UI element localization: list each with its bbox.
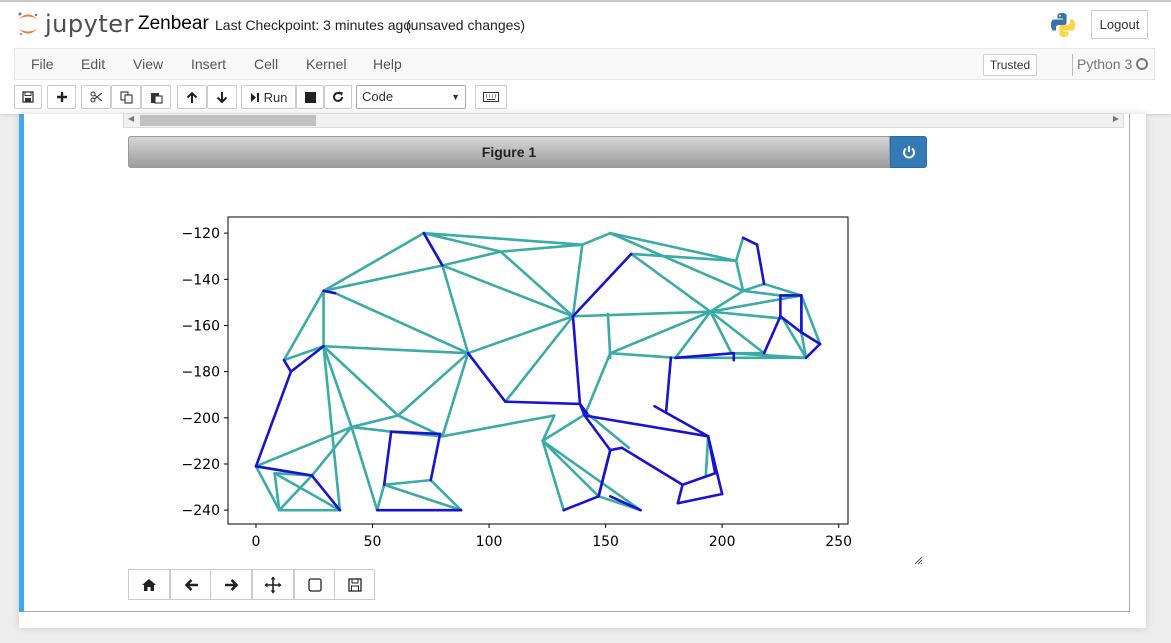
menu-edit[interactable]: Edit	[81, 56, 105, 72]
y-tick-label: −240	[182, 503, 220, 519]
python-logo-icon	[1049, 11, 1077, 44]
forward-icon	[224, 578, 238, 591]
run-button[interactable]: Run	[241, 85, 296, 109]
power-icon	[902, 146, 915, 159]
home-button[interactable]	[128, 569, 170, 600]
back-icon	[184, 578, 198, 591]
command-palette-button[interactable]	[475, 85, 507, 109]
paste-button[interactable]	[141, 85, 171, 109]
menu-cell[interactable]: Cell	[254, 56, 278, 72]
y-tick-label: −220	[182, 457, 220, 473]
x-tick-label: 150	[592, 534, 619, 550]
menu-file[interactable]: File	[31, 56, 54, 72]
cut-button[interactable]	[81, 85, 111, 109]
x-tick-label: 50	[364, 534, 382, 550]
zoom-rect-button[interactable]	[294, 569, 336, 600]
figure-close-button[interactable]	[890, 136, 927, 168]
notebook-name[interactable]: Zenbear	[138, 13, 209, 35]
save-button[interactable]	[14, 85, 42, 109]
save-figure-button[interactable]	[334, 569, 375, 600]
cut-icon	[90, 91, 102, 103]
y-tick-label: −200	[182, 411, 220, 427]
scrollbar-thumb[interactable]	[140, 115, 316, 126]
kernel-name: Python 3	[1077, 56, 1133, 72]
kernel-idle-icon	[1136, 58, 1148, 70]
zoom-rect-icon	[308, 577, 322, 592]
y-tick-label: −180	[182, 365, 220, 381]
checkpoint-status: Last Checkpoint: 3 minutes ago	[215, 17, 412, 33]
autosave-status: (unsaved changes)	[406, 17, 526, 33]
dropdown-arrow-icon: ▼	[451, 92, 460, 102]
kernel-divider	[1072, 54, 1073, 76]
cell-type-select[interactable]: Code ▼	[356, 85, 466, 109]
axes-frame	[227, 216, 849, 525]
stop-icon	[304, 91, 316, 103]
step-forward-icon	[250, 92, 259, 102]
scroll-right-icon[interactable]: ▶	[1113, 114, 1119, 123]
copy-icon	[119, 90, 133, 104]
restart-icon	[333, 91, 343, 102]
figure-plot[interactable]: 0 50 100 150 200 250 −120 −140 −160 −180 −200 −220 −…	[165, 200, 865, 560]
copy-button[interactable]	[111, 85, 141, 109]
x-tick-label: 200	[709, 534, 736, 550]
output-horizontal-scrollbar[interactable]: ◀ ▶	[123, 113, 1124, 128]
scroll-left-icon[interactable]: ◀	[128, 114, 134, 123]
run-label: Run	[263, 89, 288, 105]
pan-icon	[264, 576, 282, 593]
pan-button[interactable]	[252, 569, 294, 600]
forward-button[interactable]	[210, 569, 252, 600]
menubar: File Edit View Insert Cell Kernel Help T…	[14, 48, 1155, 80]
x-tick-label: 250	[825, 534, 852, 550]
keyboard-icon	[483, 92, 499, 102]
arrow-up-icon	[186, 91, 198, 103]
y-tick-label: −140	[182, 272, 220, 288]
notebook-header: jupyter Zenbear Last Checkpoint: 3 minut…	[0, 0, 1171, 114]
back-button[interactable]	[170, 569, 212, 600]
save-figure-icon	[347, 577, 362, 592]
menu-kernel[interactable]: Kernel	[306, 56, 346, 72]
paste-icon	[150, 92, 163, 104]
insert-cell-button[interactable]	[47, 85, 76, 109]
figure-title: Figure 1	[481, 144, 537, 160]
move-up-button[interactable]	[177, 85, 207, 109]
menu-insert[interactable]: Insert	[191, 56, 226, 72]
jupyter-logo-icon	[18, 12, 38, 36]
y-tick-label: −160	[182, 318, 220, 334]
cell-type-value: Code	[362, 89, 394, 104]
menu-view[interactable]: View	[133, 56, 163, 72]
jupyter-logo[interactable]: jupyter	[17, 10, 134, 38]
logout-button[interactable]: Logout	[1091, 10, 1148, 39]
resize-handle-icon[interactable]	[913, 555, 923, 565]
y-tick-label: −120	[182, 226, 220, 242]
trusted-indicator[interactable]: Trusted	[983, 54, 1037, 76]
save-icon	[22, 91, 34, 103]
figure-titlebar: Figure 1	[128, 136, 890, 168]
x-tick-label: 100	[476, 534, 503, 550]
menu-help[interactable]: Help	[373, 56, 402, 72]
home-icon	[142, 578, 156, 591]
interrupt-button[interactable]	[296, 85, 324, 109]
restart-button[interactable]	[324, 85, 352, 109]
x-tick-label: 0	[252, 534, 261, 550]
jupyter-logo-text: jupyter	[45, 10, 134, 38]
arrow-down-icon	[216, 91, 228, 103]
move-down-button[interactable]	[207, 85, 237, 109]
plus-icon	[56, 92, 67, 102]
